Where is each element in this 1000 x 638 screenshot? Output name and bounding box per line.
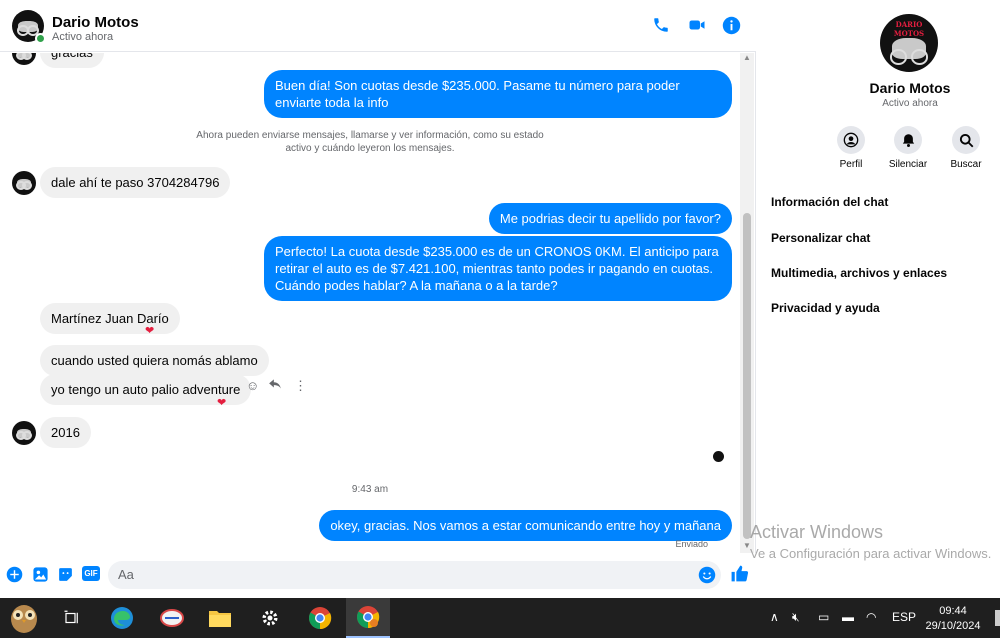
volume-muted-icon[interactable]: 🔇︎ xyxy=(792,610,800,625)
online-indicator xyxy=(35,33,46,44)
avatar-brand-text: DARIO MOTOS xyxy=(893,20,925,38)
menu-chat-info[interactable]: Información del chat xyxy=(771,195,888,209)
message-input-wrapper[interactable] xyxy=(108,561,721,589)
contact-avatar-small xyxy=(12,171,36,195)
info-icon[interactable] xyxy=(722,16,742,36)
thumbs-up-icon[interactable] xyxy=(730,564,750,582)
mute-button[interactable]: Silenciar xyxy=(878,126,938,170)
contact-avatar-small xyxy=(12,53,36,65)
activation-watermark-text: Ve a Configuración para activar Windows. xyxy=(750,546,992,561)
edge-browser-icon[interactable] xyxy=(100,598,144,638)
gif-label: GIF xyxy=(82,566,100,581)
contact-profile-avatar[interactable]: DARIO MOTOS xyxy=(880,14,938,72)
seen-avatar xyxy=(713,451,724,462)
scrollbar-thumb[interactable] xyxy=(743,213,751,539)
photo-icon[interactable] xyxy=(32,566,50,584)
more-options-icon[interactable]: ⋮ xyxy=(294,378,307,394)
search-button[interactable]: Buscar xyxy=(936,126,996,170)
settings-gear-icon[interactable] xyxy=(248,598,292,638)
chat-header: Dario Motos Activo ahora xyxy=(0,0,756,52)
message-incoming: 2016 xyxy=(40,417,91,448)
message-outgoing: Buen día! Son cuotas desde $235.000. Pas… xyxy=(264,70,732,118)
show-desktop-button[interactable] xyxy=(995,610,1000,626)
message-timestamp: 9:43 am xyxy=(351,484,389,495)
chat-pane: Dario Motos Activo ahora gracias Buen dí… xyxy=(0,0,756,598)
ticket-app-icon[interactable] xyxy=(150,598,194,638)
search-label: Buscar xyxy=(950,159,982,170)
message-outgoing: Perfecto! La cuota desde $235.000 es de … xyxy=(264,236,732,301)
profile-label: Perfil xyxy=(839,159,863,170)
network-device-icon[interactable]: ▭ xyxy=(818,610,829,624)
message-list: gracias Buen día! Son cuotas desde $235.… xyxy=(0,53,740,553)
message-composer: GIF xyxy=(0,553,756,598)
battery-icon[interactable]: ▬ xyxy=(842,610,854,624)
emoji-react-icon[interactable]: ☺ xyxy=(246,378,259,393)
contact-avatar-small xyxy=(12,421,36,445)
language-indicator[interactable]: ESP xyxy=(892,610,916,624)
message-outgoing: Me podrias decir tu apellido por favor? xyxy=(488,203,732,234)
mute-label: Silenciar xyxy=(888,159,928,170)
search-icon xyxy=(952,126,980,154)
bell-icon xyxy=(894,126,922,154)
profile-icon xyxy=(837,126,865,154)
chat-scrollbar[interactable]: ▲ ▼ xyxy=(740,53,754,553)
clock-date: 29/10/2024 xyxy=(925,620,981,632)
heart-reaction-icon[interactable]: ❤ xyxy=(217,397,226,409)
messenger-window: Dario Motos Activo ahora gracias Buen dí… xyxy=(0,0,1000,598)
wifi-icon[interactable]: ◠ xyxy=(866,610,876,624)
chrome-browser-icon[interactable] xyxy=(298,598,342,638)
sticker-icon[interactable] xyxy=(57,566,75,584)
plus-circle-icon[interactable] xyxy=(6,566,24,584)
scroll-up-arrow-icon[interactable]: ▲ xyxy=(743,53,751,62)
system-notice-line: activo y cuándo leyeron los mensajes. xyxy=(285,143,455,154)
message-incoming: cuando usted quiera nomás ablamo xyxy=(40,345,269,376)
message-outgoing: okey, gracias. Nos vamos a estar comunic… xyxy=(319,510,732,541)
menu-customize-chat[interactable]: Personalizar chat xyxy=(771,231,870,245)
emoji-icon[interactable] xyxy=(698,566,716,584)
activation-watermark-title: Activar Windows xyxy=(750,522,884,542)
profile-button[interactable]: Perfil xyxy=(821,126,881,170)
menu-privacy-help[interactable]: Privacidad y ayuda xyxy=(771,301,880,315)
task-view-icon[interactable] xyxy=(50,598,94,638)
menu-media-files[interactable]: Multimedia, archivos y enlaces xyxy=(771,266,947,280)
system-notice-line: Ahora pueden enviarse mensajes, llamarse… xyxy=(196,130,544,141)
message-incoming: dale ahí te paso 3704284796 xyxy=(40,167,231,198)
heart-reaction-icon[interactable]: ❤ xyxy=(145,325,154,337)
taskbar: ∧ 🔇︎ ▭ ▬ ◠ ESP xyxy=(0,598,1000,638)
gif-icon[interactable]: GIF xyxy=(82,566,102,584)
clock-time: 09:44 xyxy=(939,605,967,617)
phone-call-icon[interactable] xyxy=(652,16,672,36)
reply-icon[interactable] xyxy=(268,378,282,393)
chrome-active-profile-icon[interactable] xyxy=(346,598,390,638)
contact-status: Activo ahora xyxy=(52,31,114,43)
file-explorer-icon[interactable] xyxy=(198,598,242,638)
system-clock[interactable]: 09:44 29/10/2024 xyxy=(918,604,988,634)
contact-name[interactable]: Dario Motos xyxy=(52,14,139,31)
owl-app-icon[interactable] xyxy=(0,598,48,638)
system-notice: Ahora pueden enviarse mensajes, llamarse… xyxy=(190,129,550,155)
sidebar-contact-status: Activo ahora xyxy=(882,98,938,109)
message-input[interactable] xyxy=(118,567,688,582)
show-hidden-icons-icon[interactable]: ∧ xyxy=(770,610,779,624)
sidebar-contact-name: Dario Motos xyxy=(869,80,951,96)
sent-status: Enviado xyxy=(675,539,708,549)
message-incoming: gracias xyxy=(40,53,104,68)
message-incoming: Martínez Juan Darío xyxy=(40,303,180,334)
video-call-icon[interactable] xyxy=(687,16,707,36)
